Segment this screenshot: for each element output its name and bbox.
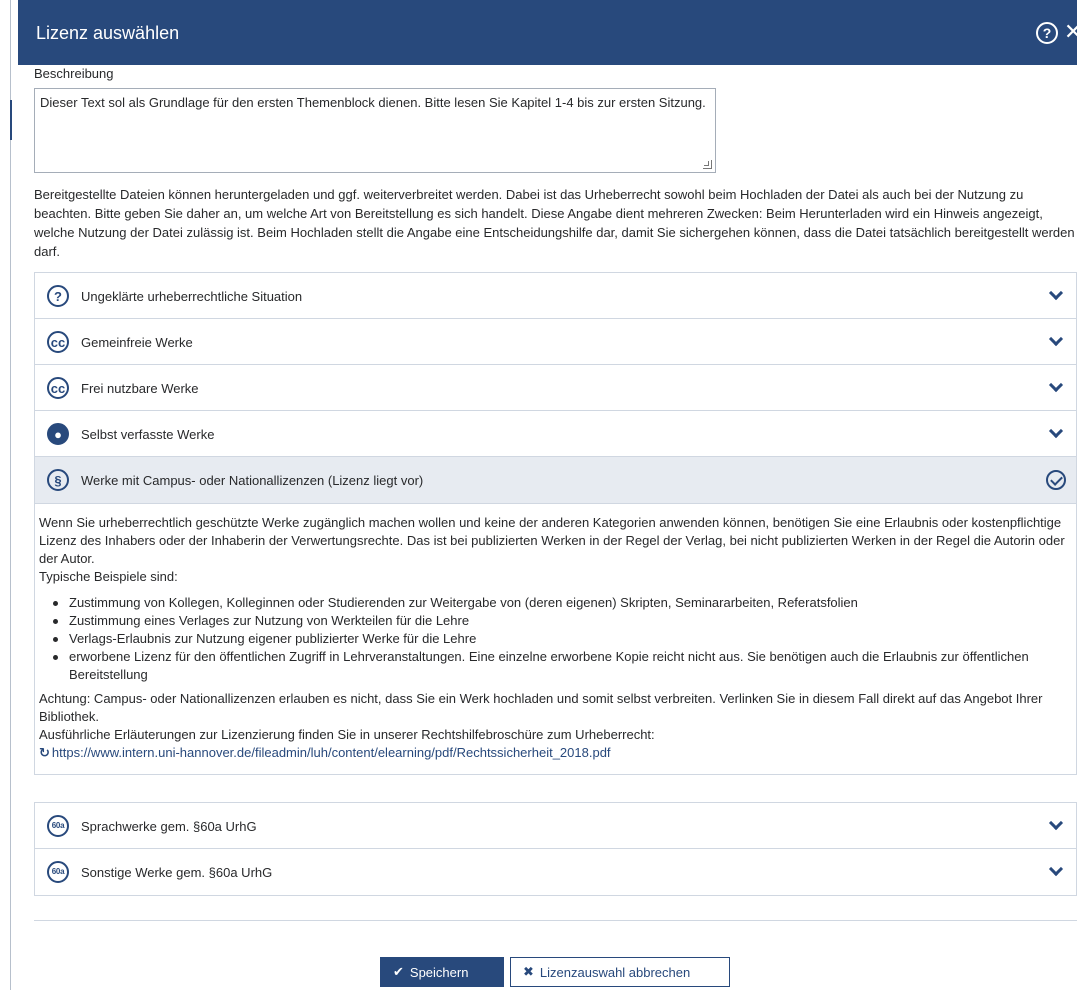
license-option-header[interactable]: 60a Sonstige Werke gem. §60a UrhG bbox=[35, 849, 1076, 895]
creative-commons-icon: cc bbox=[47, 377, 69, 399]
examples-heading: Typische Beispiele sind: bbox=[39, 569, 178, 584]
dialog-titlebar: Lizenz auswählen ? ✕ bbox=[18, 0, 1077, 65]
description-value: Dieser Text sol als Grundlage für den er… bbox=[40, 95, 706, 110]
list-item: Zustimmung eines Verlages zur Nutzung vo… bbox=[39, 612, 1072, 630]
license-option-campus-license[interactable]: § Werke mit Campus- oder Nationallizenze… bbox=[34, 456, 1077, 775]
license-option-label: Gemeinfreie Werke bbox=[81, 334, 193, 350]
question-circle-icon: ? bbox=[47, 285, 69, 307]
cancel-button-label: Lizenzauswahl abbrechen bbox=[539, 964, 691, 980]
backdrop-edge-accent bbox=[10, 100, 12, 140]
list-item: erworbene Lizenz für den öffentlichen Zu… bbox=[39, 648, 1072, 684]
list-item: Verlags-Erlaubnis zur Nutzung eigener pu… bbox=[39, 630, 1072, 648]
chevron-down-icon[interactable] bbox=[1046, 377, 1066, 398]
check-circle-icon[interactable] bbox=[1046, 470, 1066, 490]
dialog-title: Lizenz auswählen bbox=[36, 23, 180, 43]
license-option-60a-language[interactable]: 60a Sprachwerke gem. §60a UrhG bbox=[34, 802, 1077, 850]
license-option-public-domain[interactable]: cc Gemeinfreie Werke bbox=[34, 318, 1077, 366]
license-option-detail: Wenn Sie urheberrechtlich geschützte Wer… bbox=[35, 503, 1076, 774]
resize-grip-icon[interactable] bbox=[703, 160, 712, 169]
chevron-down-icon[interactable] bbox=[1046, 423, 1066, 444]
user-circle-icon: ● bbox=[47, 423, 69, 445]
license-option-unclear[interactable]: ? Ungeklärte urheberrechtliche Situation bbox=[34, 272, 1077, 320]
brochure-link[interactable]: ↻ https://www.intern.uni-hannover.de/fil… bbox=[39, 744, 611, 762]
license-option-label: Sonstige Werke gem. §60a UrhG bbox=[81, 864, 273, 880]
license-option-label: Werke mit Campus- oder Nationallizenzen … bbox=[81, 472, 424, 488]
paragraph-icon: § bbox=[47, 469, 69, 491]
footer-divider bbox=[34, 920, 1077, 921]
license-option-label: Sprachwerke gem. §60a UrhG bbox=[81, 818, 257, 834]
license-option-header[interactable]: ● Selbst verfasste Werke bbox=[35, 411, 1076, 457]
more-info-text: Ausführliche Erläuterungen zur Lizenzier… bbox=[39, 727, 655, 742]
backdrop-edge bbox=[10, 0, 11, 990]
save-button[interactable]: ✔ Speichern bbox=[380, 957, 504, 987]
intro-text: Bereitgestellte Dateien können herunterg… bbox=[34, 187, 1075, 259]
license-option-header[interactable]: § Werke mit Campus- oder Nationallizenze… bbox=[35, 457, 1076, 503]
description-textarea[interactable]: Dieser Text sol als Grundlage für den er… bbox=[34, 88, 716, 173]
license-option-free-use[interactable]: cc Frei nutzbare Werke bbox=[34, 364, 1077, 412]
x-icon: ✖ bbox=[523, 964, 534, 979]
detail-paragraph: Wenn Sie urheberrechtlich geschützte Wer… bbox=[39, 515, 1065, 566]
60a-icon: 60a bbox=[47, 815, 69, 837]
examples-list: Zustimmung von Kollegen, Kolleginnen ode… bbox=[39, 594, 1072, 684]
license-option-header[interactable]: 60a Sprachwerke gem. §60a UrhG bbox=[35, 803, 1076, 849]
license-dialog: Lizenz auswählen ? ✕ Beschreibung Dieser… bbox=[18, 0, 1077, 990]
close-icon[interactable]: ✕ bbox=[1064, 19, 1077, 45]
chevron-down-icon[interactable] bbox=[1046, 861, 1066, 882]
chevron-down-icon[interactable] bbox=[1046, 815, 1066, 836]
list-item: Zustimmung von Kollegen, Kolleginnen ode… bbox=[39, 594, 1072, 612]
license-option-label: Selbst verfasste Werke bbox=[81, 426, 215, 442]
question-circle-icon[interactable]: ? bbox=[1036, 22, 1058, 44]
license-option-label: Ungeklärte urheberrechtliche Situation bbox=[81, 288, 303, 304]
license-option-label: Frei nutzbare Werke bbox=[81, 380, 199, 396]
chevron-down-icon[interactable] bbox=[1046, 285, 1066, 306]
license-option-60a-other[interactable]: 60a Sonstige Werke gem. §60a UrhG bbox=[34, 848, 1077, 896]
license-option-header[interactable]: cc Frei nutzbare Werke bbox=[35, 365, 1076, 411]
brochure-link-url: https://www.intern.uni-hannover.de/filea… bbox=[51, 745, 611, 760]
save-button-label: Speichern bbox=[409, 964, 469, 980]
check-icon: ✔ bbox=[393, 964, 404, 979]
warning-text: Achtung: Campus- oder Nationallizenzen e… bbox=[39, 691, 1043, 724]
cancel-button[interactable]: ✖ Lizenzauswahl abbrechen bbox=[510, 957, 730, 987]
license-option-header[interactable]: cc Gemeinfreie Werke bbox=[35, 319, 1076, 365]
external-link-icon: ↻ bbox=[39, 745, 50, 760]
license-option-header[interactable]: ? Ungeklärte urheberrechtliche Situation bbox=[35, 273, 1076, 319]
license-option-self-authored[interactable]: ● Selbst verfasste Werke bbox=[34, 410, 1077, 458]
chevron-down-icon[interactable] bbox=[1046, 331, 1066, 352]
creative-commons-icon: cc bbox=[47, 331, 69, 353]
description-label: Beschreibung bbox=[34, 66, 114, 81]
60a-icon: 60a bbox=[47, 861, 69, 883]
